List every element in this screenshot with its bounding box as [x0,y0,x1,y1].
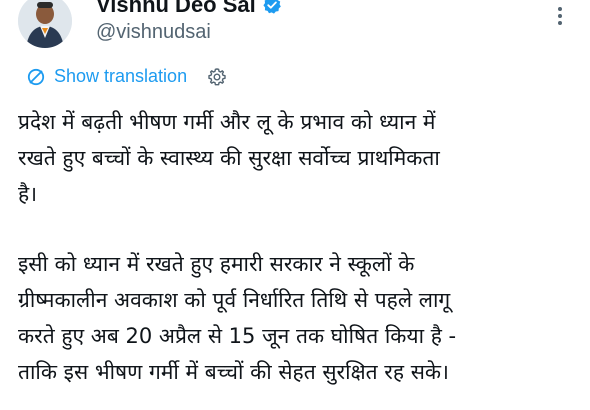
profile-photo-icon [18,0,72,48]
author-name-row: Vishnu Deo Sai [96,0,282,18]
tweet-body: प्रदेश में बढ़ती भीषण गर्मी और लू के प्र… [18,104,578,390]
more-options-icon[interactable] [548,4,572,28]
avatar[interactable] [18,0,72,48]
gear-icon[interactable] [207,67,227,87]
author-display-name[interactable]: Vishnu Deo Sai [96,0,256,18]
tweet-paragraph: प्रदेश में बढ़ती भीषण गर्मी और लू के प्र… [18,110,440,206]
verified-badge-icon [262,0,282,15]
translation-row: Show translation [26,66,227,87]
tweet-header: Vishnu Deo Sai @vishnudsai [0,0,590,60]
show-translation-link[interactable]: Show translation [54,66,187,87]
tweet-paragraph: इसी को ध्यान में रखते हुए हमारी सरकार ने… [18,252,457,384]
translate-icon [26,67,46,87]
author-handle[interactable]: @vishnudsai [96,21,211,44]
